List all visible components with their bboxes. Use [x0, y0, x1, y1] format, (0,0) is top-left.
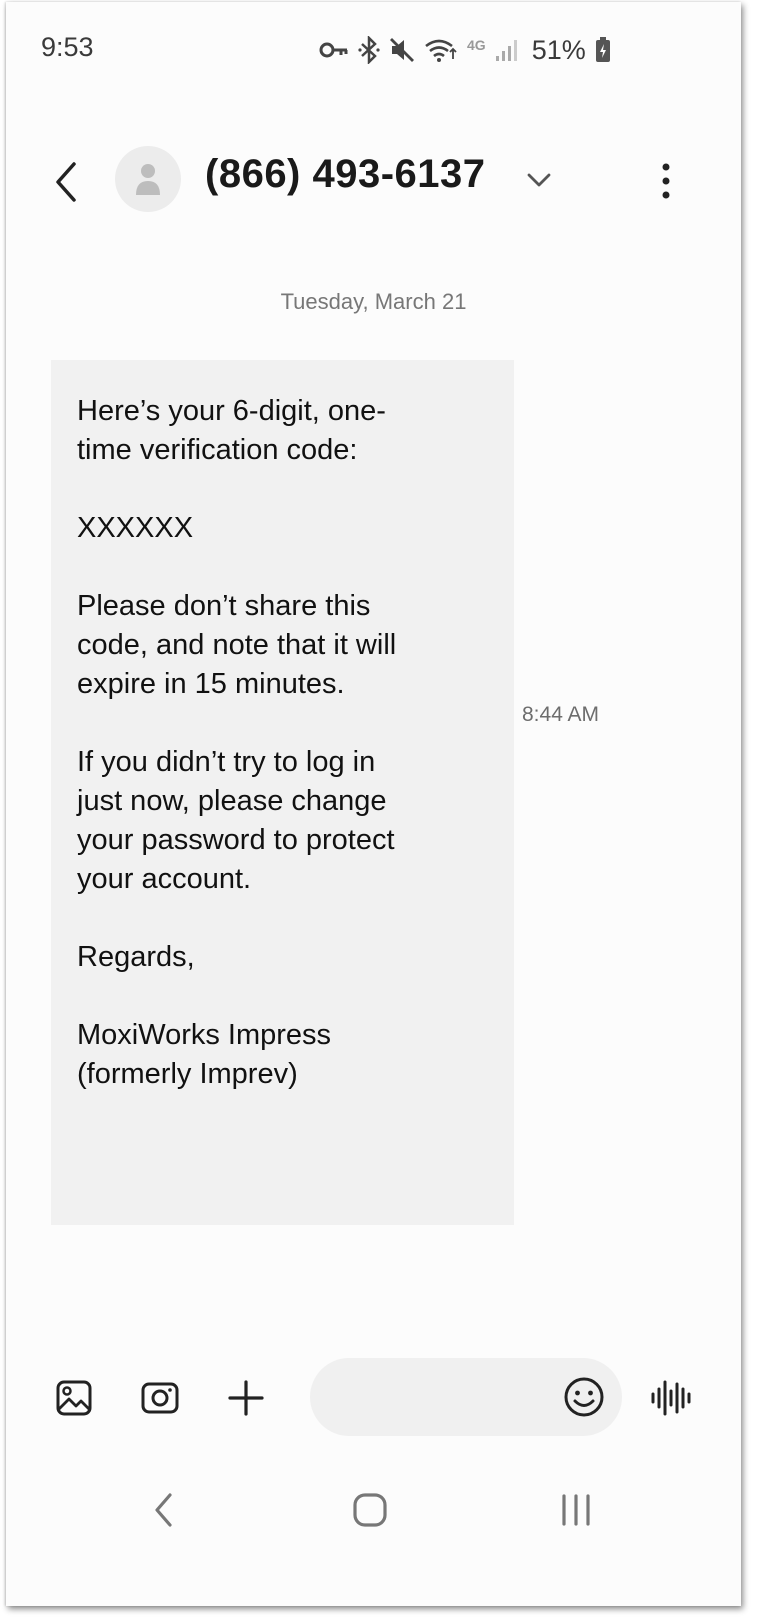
emoji-icon — [564, 1377, 604, 1417]
gallery-icon — [56, 1380, 92, 1416]
contact-avatar[interactable] — [115, 146, 181, 212]
network-4g-icon: 4G — [467, 37, 486, 53]
vpn-key-icon — [319, 42, 348, 58]
nav-back-icon — [155, 1493, 172, 1527]
message-gap — [77, 704, 490, 743]
battery-icon — [595, 37, 610, 62]
status-time: 9:53 — [41, 32, 94, 62]
plus-icon — [228, 1380, 264, 1416]
message-line: your password to protect — [77, 824, 395, 856]
nav-back-button[interactable] — [134, 1482, 194, 1538]
date-separator: Tuesday, March 21 — [280, 289, 467, 314]
message-timestamp: 8:44 AM — [522, 703, 600, 726]
message-line: expire in 15 minutes. — [77, 668, 345, 700]
recents-icon — [562, 1494, 590, 1526]
avatar-icon — [136, 164, 160, 195]
message-gap — [77, 899, 490, 938]
message-bubble[interactable]: Here’s your 6-digit, one- time verificat… — [51, 360, 514, 1225]
more-vertical-icon — [662, 163, 670, 199]
chevron-down-icon — [527, 173, 551, 187]
verification-code: XXXXXX — [77, 512, 194, 544]
message-gap — [77, 548, 490, 587]
message-gap — [77, 977, 490, 1016]
message-line: If you didn’t try to log in — [77, 746, 376, 778]
wifi-icon — [425, 39, 457, 62]
mute-icon — [390, 38, 414, 62]
phone-screen: 9:53 4G 51% (866) 493-6137 Tuesday, Marc… — [6, 2, 741, 1606]
message-line: code, and note that it will — [77, 629, 397, 661]
message-line: Regards, — [77, 941, 195, 973]
more-options-button[interactable] — [651, 157, 681, 207]
recents-button[interactable] — [546, 1482, 606, 1538]
voice-icon — [651, 1380, 691, 1416]
camera-button[interactable] — [138, 1376, 182, 1420]
message-input[interactable] — [310, 1358, 622, 1436]
camera-icon — [141, 1382, 179, 1414]
message-line: just now, please change — [77, 785, 387, 817]
home-icon — [353, 1493, 387, 1527]
home-button[interactable] — [340, 1482, 400, 1538]
message-gap — [77, 470, 490, 509]
back-button[interactable] — [46, 157, 86, 207]
emoji-button[interactable] — [562, 1375, 606, 1419]
message-line: your account. — [77, 863, 252, 895]
voice-record-button[interactable] — [648, 1376, 694, 1420]
gallery-button[interactable] — [52, 1376, 96, 1420]
message-line: (formerly Imprev) — [77, 1058, 298, 1090]
contact-dropdown[interactable] — [523, 164, 555, 196]
message-line: time verification code: — [77, 434, 358, 466]
back-icon — [56, 162, 76, 202]
bluetooth-icon — [358, 36, 380, 64]
contact-name[interactable]: (866) 493-6137 — [205, 152, 486, 197]
message-line: Please don’t share this — [77, 590, 371, 622]
message-line: Here’s your 6-digit, one- — [77, 395, 386, 427]
status-icons: 4G 51% — [319, 32, 611, 68]
message-line: MoxiWorks Impress — [77, 1019, 332, 1051]
add-attachment-button[interactable] — [224, 1376, 268, 1420]
signal-icon — [495, 40, 517, 61]
battery-level: 51% — [531, 34, 586, 65]
